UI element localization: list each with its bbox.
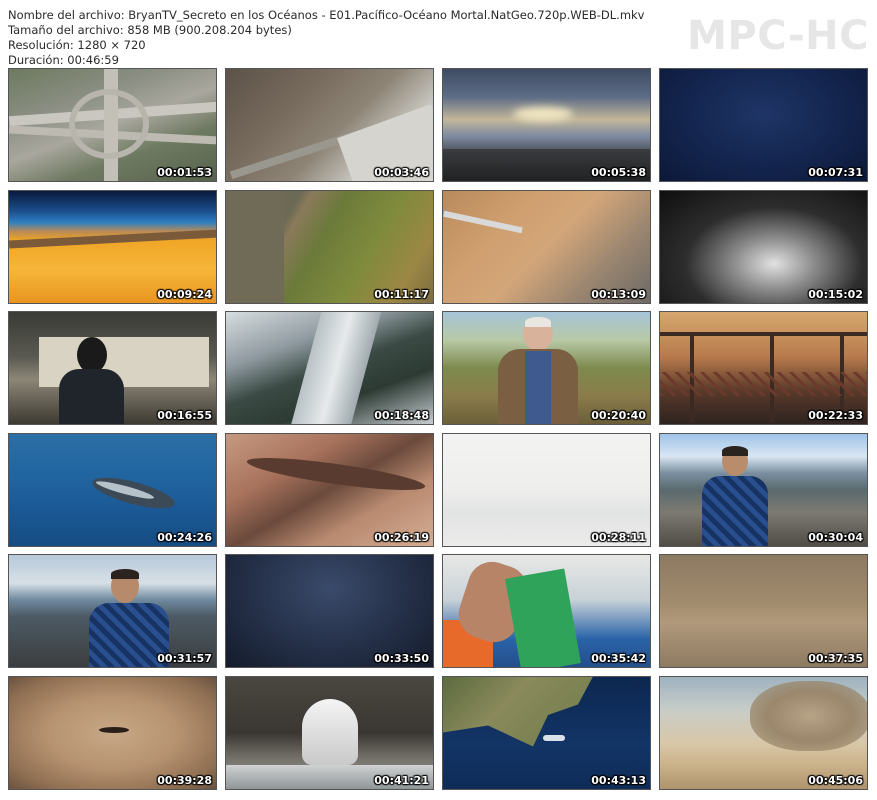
thumbnail: 00:45:06 (659, 675, 868, 790)
timestamp: 00:05:38 (591, 166, 646, 179)
thumbnail: 00:26:19 (225, 432, 434, 547)
thumbnail: 00:11:17 (225, 189, 434, 304)
thumbnail: 00:20:40 (442, 311, 651, 425)
timestamp: 00:15:02 (808, 287, 863, 301)
timestamp: 00:11:17 (374, 287, 429, 301)
timestamp: 00:09:24 (157, 287, 212, 301)
timestamp: 00:18:48 (374, 409, 429, 422)
thumbnail: 00:03:46 (225, 68, 434, 182)
thumbnail: 00:33:50 (225, 554, 434, 668)
thumbnail-grid: 00:01:53 00:03:46 00:05:38 00:07:31 00:0… (8, 68, 868, 790)
timestamp: 00:43:13 (591, 773, 646, 787)
timestamp: 00:28:11 (591, 530, 646, 544)
timestamp: 00:03:46 (374, 166, 429, 179)
thumbnail: 00:31:57 (8, 554, 217, 668)
timestamp: 00:16:55 (157, 409, 212, 422)
thumbnail: 00:15:02 (659, 189, 868, 304)
file-info: Nombre del archivo: BryanTV_Secreto en l… (8, 8, 645, 68)
resolution-line: Resolución: 1280 × 720 (8, 38, 146, 52)
thumbnail: 00:13:09 (442, 189, 651, 304)
thumbnail: 00:09:24 (8, 189, 217, 304)
timestamp: 00:39:28 (157, 773, 212, 787)
thumbnail: 00:24:26 (8, 432, 217, 547)
thumbnail: 00:28:11 (442, 432, 651, 547)
timestamp: 00:31:57 (157, 652, 212, 665)
timestamp: 00:45:06 (808, 773, 863, 787)
filename-line: Nombre del archivo: BryanTV_Secreto en l… (8, 8, 645, 22)
thumbnail: 00:39:28 (8, 675, 217, 790)
thumbnail: 00:41:21 (225, 675, 434, 790)
timestamp: 00:20:40 (591, 409, 646, 422)
timestamp: 00:33:50 (374, 652, 429, 665)
thumbnail: 00:05:38 (442, 68, 651, 182)
timestamp: 00:30:04 (808, 530, 863, 544)
timestamp: 00:13:09 (591, 287, 646, 301)
timestamp: 00:01:53 (157, 166, 212, 179)
timestamp: 00:07:31 (808, 166, 863, 179)
timestamp: 00:22:33 (808, 409, 863, 422)
thumbnail: 00:16:55 (8, 311, 217, 425)
timestamp: 00:35:42 (591, 652, 646, 665)
mpc-hc-logo: MPC-HC (687, 13, 869, 59)
thumbnail: 00:01:53 (8, 68, 217, 182)
timestamp: 00:26:19 (374, 530, 429, 544)
timestamp: 00:37:35 (808, 652, 863, 665)
filesize-line: Tamaño del archivo: 858 MB (900.208.204 … (8, 23, 292, 37)
thumbnail: 00:07:31 (659, 68, 868, 182)
duration-line: Duración: 00:46:59 (8, 53, 119, 67)
timestamp: 00:24:26 (157, 530, 212, 544)
timestamp: 00:41:21 (374, 773, 429, 787)
thumbnail: 00:30:04 (659, 432, 868, 547)
thumbnail: 00:35:42 (442, 554, 651, 668)
thumbnail: 00:37:35 (659, 554, 868, 668)
thumbnail: 00:43:13 (442, 675, 651, 790)
thumbnail: 00:22:33 (659, 311, 868, 425)
thumbnail: 00:18:48 (225, 311, 434, 425)
